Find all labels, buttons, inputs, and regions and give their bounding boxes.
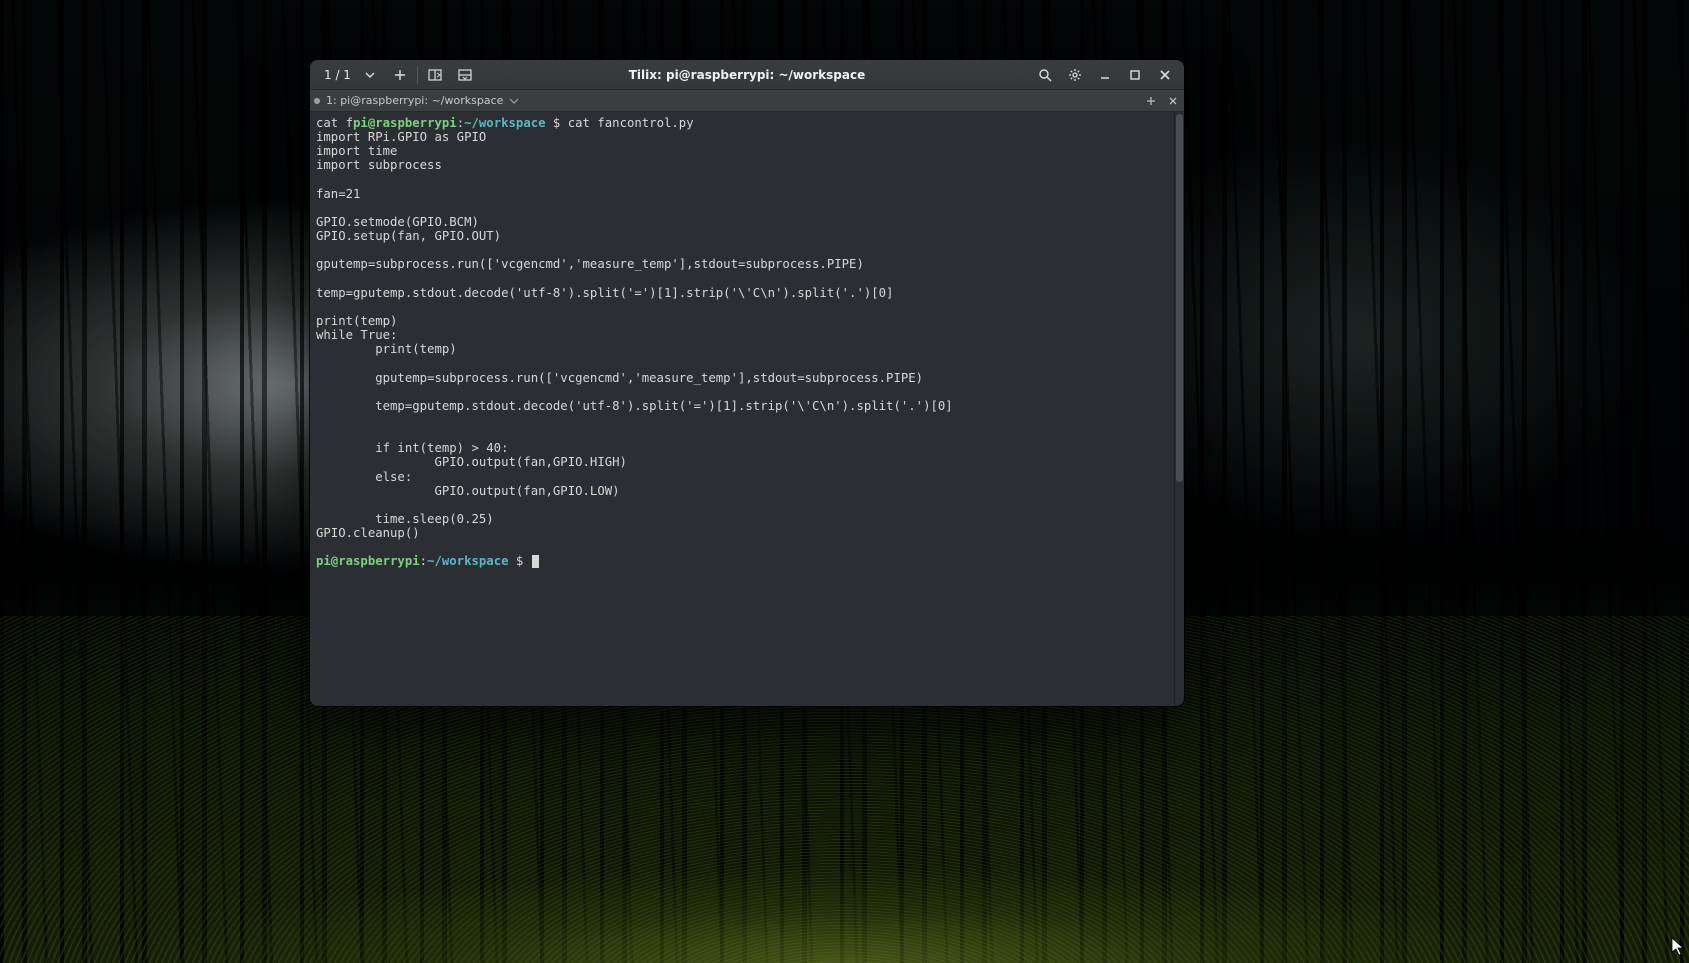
prompt-sep: : xyxy=(457,116,464,130)
search-button[interactable] xyxy=(1030,60,1060,90)
terminal-cursor xyxy=(532,555,539,568)
prompt-dollar: $ xyxy=(509,554,531,568)
file-contents: import RPi.GPIO as GPIO import time impo… xyxy=(316,130,953,540)
terminal-output[interactable]: cat fpi@raspberrypi:~/workspace $ cat fa… xyxy=(310,112,1174,706)
tilix-window: 1 / 1 Tilix: pi@raspberrypi: ~/workspace xyxy=(310,60,1184,706)
session-menu-button[interactable] xyxy=(355,60,385,90)
close-button[interactable] xyxy=(1150,60,1180,90)
prompt-sep: : xyxy=(420,554,427,568)
output-line-prefix: cat f xyxy=(316,116,353,130)
prompt-user-host: pi@raspberrypi xyxy=(353,116,457,130)
tab-indicator-icon xyxy=(314,98,320,104)
prompt-path: ~/workspace xyxy=(427,554,508,568)
tab-menu-icon[interactable] xyxy=(509,96,519,106)
split-down-button[interactable] xyxy=(450,60,480,90)
prompt-dollar: $ xyxy=(546,116,568,130)
session-counter: 1 / 1 xyxy=(316,68,355,82)
prompt-user-host: pi@raspberrypi xyxy=(316,554,420,568)
maximize-button[interactable] xyxy=(1120,60,1150,90)
preferences-button[interactable] xyxy=(1060,60,1090,90)
scrollbar-thumb[interactable] xyxy=(1176,114,1183,482)
separator xyxy=(417,66,418,84)
add-terminal-button[interactable] xyxy=(1140,90,1162,112)
terminal-pane: cat fpi@raspberrypi:~/workspace $ cat fa… xyxy=(310,112,1184,706)
command-text: cat fancontrol.py xyxy=(568,116,694,130)
window-titlebar: 1 / 1 Tilix: pi@raspberrypi: ~/workspace xyxy=(310,60,1184,90)
minimize-button[interactable] xyxy=(1090,60,1120,90)
prompt-path: ~/workspace xyxy=(464,116,545,130)
close-terminal-button[interactable] xyxy=(1162,90,1184,112)
mouse-pointer-icon xyxy=(1671,937,1685,957)
terminal-tabbar: 1: pi@raspberrypi: ~/workspace xyxy=(310,90,1184,112)
tab-label[interactable]: 1: pi@raspberrypi: ~/workspace xyxy=(326,94,503,107)
split-right-button[interactable] xyxy=(420,60,450,90)
add-session-button[interactable] xyxy=(385,60,415,90)
terminal-scrollbar[interactable] xyxy=(1174,112,1184,706)
